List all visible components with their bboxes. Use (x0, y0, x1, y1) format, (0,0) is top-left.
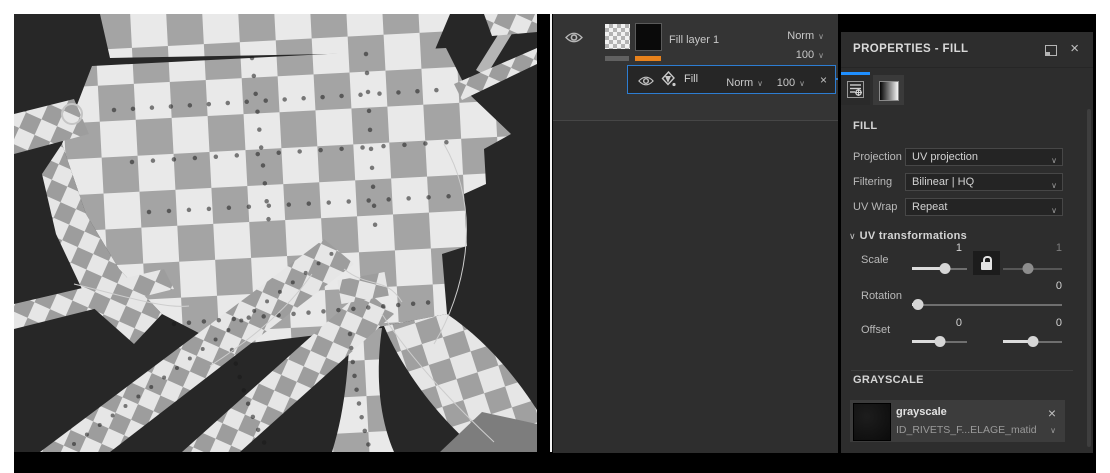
offset-label: Offset (861, 324, 890, 336)
tab-properties[interactable] (841, 75, 870, 105)
projection-dropdown[interactable]: UV projection ∨ (905, 148, 1063, 166)
scale-v-slider (1003, 262, 1062, 275)
offset-v-slider[interactable] (1003, 335, 1062, 348)
grayscale-resource-clear-button[interactable]: × (1048, 406, 1056, 420)
properties-title-bar: PROPERTIES - FILL × (841, 32, 1093, 68)
offset-v-value[interactable]: 0 (1012, 317, 1062, 329)
active-channel-indicator (635, 56, 661, 61)
uv-wrap-dropdown[interactable]: Repeat ∨ (905, 198, 1063, 216)
grayscale-resource-thumbnail (853, 403, 891, 441)
chevron-down-icon: ∨ (818, 32, 824, 41)
mask-channel-indicator (605, 56, 629, 61)
projection-label: Projection (853, 151, 902, 163)
chevron-down-icon: ∨ (1051, 178, 1057, 194)
rotation-slider[interactable] (912, 298, 1062, 311)
layer-opacity-dropdown[interactable]: 100∨ (796, 45, 824, 63)
layer-blend-mode-dropdown[interactable]: Norm∨ (787, 26, 824, 44)
scale-label: Scale (861, 254, 889, 266)
layer-content-thumbnail[interactable] (635, 23, 662, 51)
properties-panel-title: PROPERTIES - FILL (853, 43, 968, 55)
uv-wrap-label: UV Wrap (853, 201, 897, 213)
scale-u-slider[interactable] (912, 262, 967, 275)
offset-u-value[interactable]: 0 (912, 317, 962, 329)
filtering-label: Filtering (853, 176, 892, 188)
chevron-down-icon: ∨ (1051, 153, 1057, 169)
grayscale-resource-selector[interactable]: grayscale × ID_RIVETS_F...ELAGE_matid ∨ (850, 400, 1065, 442)
effect-opacity-dropdown[interactable]: 100∨ (777, 73, 805, 91)
grayscale-gradient-icon (879, 81, 899, 101)
grayscale-resource-name: grayscale (896, 406, 947, 418)
section-divider (851, 370, 1073, 371)
offset-u-slider[interactable] (912, 335, 967, 348)
properties-list-icon (847, 81, 864, 98)
chevron-down-icon: ∨ (1051, 203, 1057, 219)
fill-effect-row-selected[interactable]: Fill Norm∨ 100∨ × (627, 65, 836, 94)
scale-lock-button[interactable] (973, 251, 1000, 275)
layer-mask-thumbnail[interactable] (605, 24, 630, 49)
selection-tick (836, 78, 838, 80)
close-panel-button[interactable]: × (1070, 41, 1079, 56)
undock-panel-icon[interactable] (1045, 45, 1057, 56)
rotation-value[interactable]: 0 (912, 280, 1062, 292)
effect-visibility-eye-icon[interactable] (638, 74, 654, 92)
app-window: Fill layer 1 Norm∨ 100∨ (0, 0, 1110, 473)
paint-bucket-icon (661, 71, 676, 92)
chevron-down-icon: ∨ (799, 79, 805, 88)
uv-transformations-header: UV transformations (860, 230, 967, 242)
layers-panel: Fill layer 1 Norm∨ 100∨ (553, 14, 838, 453)
properties-panel: PROPERTIES - FILL × FILL Projection UV p… (841, 32, 1093, 453)
filtering-dropdown[interactable]: Bilinear | HQ ∨ (905, 173, 1063, 191)
properties-scrollbar[interactable] (1087, 109, 1091, 447)
layer-name[interactable]: Fill layer 1 (669, 34, 719, 46)
rotation-label: Rotation (861, 290, 902, 302)
effect-name: Fill (684, 73, 698, 85)
grayscale-resource-id: ID_RIVETS_F...ELAGE_matid (896, 424, 1037, 436)
viewport-3d[interactable] (14, 14, 537, 452)
panel-splitter[interactable] (550, 14, 552, 452)
layer-stack: Fill layer 1 Norm∨ 100∨ (553, 14, 838, 121)
tab-grayscale-material[interactable] (873, 75, 904, 105)
layer-visibility-eye-icon[interactable] (565, 31, 583, 49)
effect-delete-button[interactable]: × (820, 74, 827, 86)
chevron-down-icon: ∨ (849, 231, 856, 241)
chevron-down-icon[interactable]: ∨ (1050, 426, 1056, 435)
chevron-down-icon: ∨ (757, 79, 763, 88)
fill-section-header: FILL (853, 120, 877, 132)
effect-blend-mode-dropdown[interactable]: Norm∨ (726, 73, 763, 91)
grayscale-section-header: GRAYSCALE (853, 374, 924, 386)
viewport-3d-model (14, 14, 537, 452)
chevron-down-icon: ∨ (818, 51, 824, 60)
scale-v-value: 1 (1012, 242, 1062, 254)
scale-u-value[interactable]: 1 (912, 242, 962, 254)
